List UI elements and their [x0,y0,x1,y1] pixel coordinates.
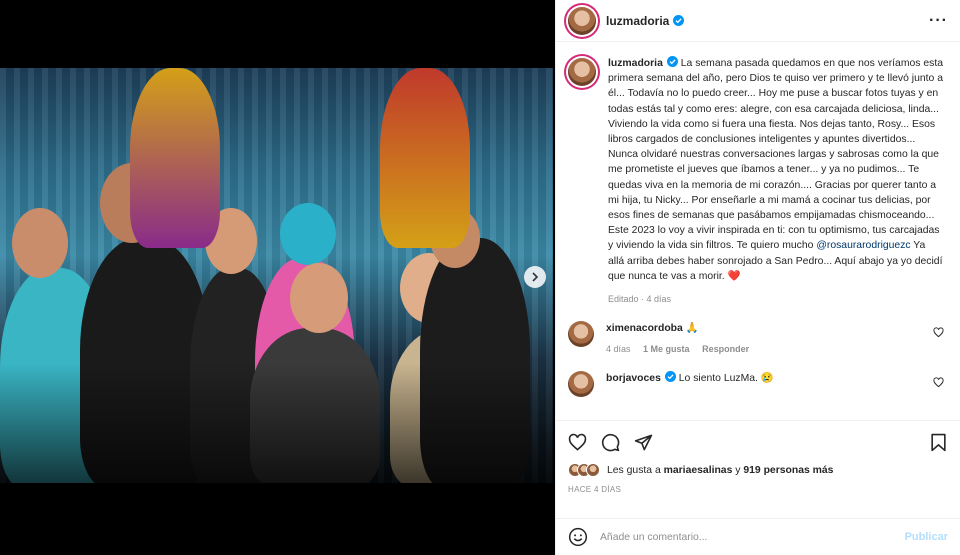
verified-icon [666,56,678,67]
likes-count[interactable]: 919 personas más [743,465,833,476]
post-photo[interactable] [0,68,553,483]
avatar[interactable] [568,321,594,348]
heart-icon[interactable] [568,433,587,452]
caption-username[interactable]: luzmadoria [608,58,663,69]
post-header: luzmadoria ··· [556,0,960,42]
likes-summary: Les gusta a mariaesalinas y 919 personas… [568,463,948,477]
heart-emoji: ❤️ [727,270,741,282]
like-comment-heart-icon[interactable] [933,377,944,388]
comment-input[interactable] [600,531,905,543]
comment-likes[interactable]: 1 Me gusta [643,344,690,354]
post-actions: Les gusta a mariaesalinas y 919 personas… [556,420,960,494]
comment-username[interactable]: borjavoces [606,373,661,384]
liker-username[interactable]: mariaesalinas [664,465,733,476]
avatar[interactable] [568,58,596,86]
comments-list: luzmadoria La semana pasada quedamos en … [556,44,960,420]
post-author-username[interactable]: luzmadoria [606,14,669,28]
reply-button[interactable]: Responder [702,344,749,354]
next-image-button[interactable] [524,266,546,288]
avatar[interactable] [568,6,596,35]
instagram-post-modal: luzmadoria ··· luzmadoria La semana pasa… [0,0,960,555]
comment-item: borjavoces Lo siento LuzMa. 😢 [568,371,948,398]
comment-icon[interactable] [601,433,620,452]
liker-avatar [586,463,600,477]
more-options-button[interactable]: ··· [929,12,948,30]
verified-icon [673,15,685,26]
avatar[interactable] [568,371,594,398]
post-caption: luzmadoria La semana pasada quedamos en … [568,56,948,307]
emoji-icon[interactable] [568,527,588,547]
comment-time[interactable]: 4 días [606,344,631,354]
verified-icon [664,371,676,383]
comment-text: Lo siento LuzMa. 😢 [678,373,774,385]
comment-item: ximenacordoba 🙏 4 días 1 Me gusta Respon… [568,321,948,357]
add-comment-bar: Publicar [556,518,960,555]
chevron-right-icon [532,272,539,282]
like-comment-heart-icon[interactable] [933,327,944,338]
media-panel [0,0,555,555]
comment-text: 🙏 [685,323,699,335]
post-time[interactable]: HACE 4 DÍAS [568,485,948,494]
post-comment-button[interactable]: Publicar [905,531,948,543]
caption-meta: Editado · 4 días [608,294,672,305]
caption-text: La semana pasada quedamos en que nos ver… [608,58,943,252]
share-icon[interactable] [634,433,653,452]
post-details-panel: luzmadoria ··· luzmadoria La semana pasa… [555,0,960,555]
comment-username[interactable]: ximenacordoba [606,323,683,334]
caption-mention-link[interactable]: @rosaurarodriguezc [816,240,910,251]
bookmark-icon[interactable] [929,433,948,452]
